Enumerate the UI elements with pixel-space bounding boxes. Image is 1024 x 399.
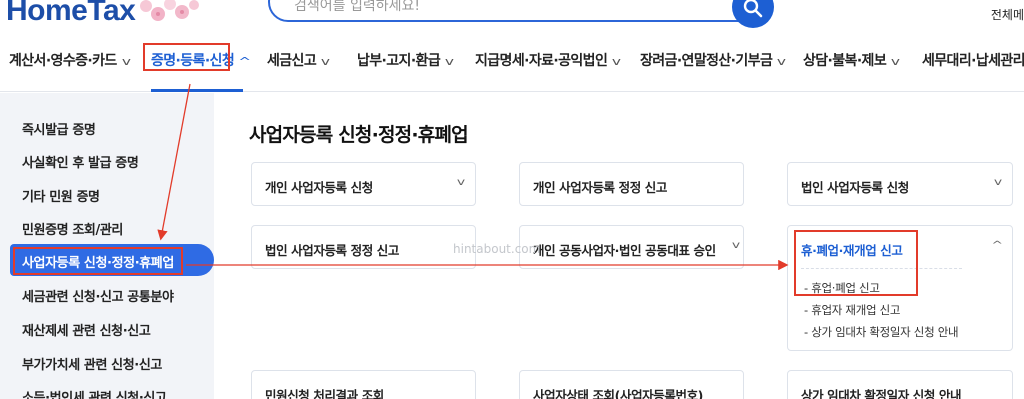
sidebar-item-income-tax[interactable]: 소득·법인세 관련 신청·신고 (22, 387, 167, 399)
nav-item-tax-return[interactable]: 세금신고 v (267, 50, 330, 72)
page-title: 사업자등록 신청·정정·휴폐업 (249, 124, 469, 146)
chevron-down-icon: v (890, 55, 900, 68)
card-joint-business-approval[interactable]: 개인 공동사업자·법인 공동대표 승인 v (519, 225, 744, 269)
watermark: hintabout.com (453, 242, 541, 256)
sidebar-item-vat[interactable]: 부가가치세 관련 신청·신고 (22, 354, 162, 373)
nav-item-invoice[interactable]: 계산서·영수증·카드 v (9, 50, 131, 72)
highlight-nav-certificate (143, 43, 230, 71)
chevron-down-icon: v (121, 55, 131, 68)
chevron-down-icon: v (731, 240, 741, 251)
sidebar-item-fact-check-cert[interactable]: 사실확인 후 발급 증명 (22, 152, 139, 171)
all-menu-link[interactable]: 전체메 (991, 8, 1024, 22)
card-corporate-correction[interactable]: 법인 사업자등록 정정 신고 (251, 225, 476, 269)
logo-flower-icon (140, 0, 199, 21)
top-header: HomeTax 전체메 (0, 0, 1024, 40)
chevron-up-icon: ^ (990, 240, 1003, 251)
chevron-down-icon: v (320, 55, 330, 68)
sub-item-reopening-report[interactable]: - 휴업자 재개업 신고 (804, 302, 900, 318)
card-application-result[interactable]: 민원신청 처리결과 조회 (251, 370, 476, 399)
chevron-down-icon: v (612, 55, 621, 68)
search-icon (743, 0, 763, 18)
sidebar-item-cert-manage[interactable]: 민원증명 조회/관리 (22, 219, 123, 238)
highlight-sidebar-registration (13, 247, 183, 275)
search-button[interactable] (732, 0, 774, 28)
search-input[interactable] (294, 0, 714, 14)
card-corporate-registration[interactable]: 법인 사업자등록 신청 v (787, 162, 1013, 206)
chevron-down-icon: v (777, 55, 786, 68)
nav-item-statement[interactable]: 지급명세·자료·공익법인 v (475, 50, 621, 72)
chevron-up-icon: ^ (238, 55, 251, 68)
card-business-status[interactable]: 사업자상태 조회(사업자등록번호) (519, 370, 744, 399)
nav-item-consultation[interactable]: 상담·불복·제보 v (803, 50, 900, 72)
highlight-closure-card (794, 230, 918, 296)
sidebar-item-other-cert[interactable]: 기타 민원 증명 (22, 186, 100, 205)
chevron-down-icon: v (444, 55, 454, 68)
nav-item-payment[interactable]: 납부·고지·환급 v (357, 50, 454, 72)
sidebar-item-common-application[interactable]: 세금관련 신청·신고 공통분야 (22, 286, 174, 305)
sidebar-item-instant-cert[interactable]: 즉시발급 증명 (22, 119, 96, 138)
sidebar-item-property-tax[interactable]: 재산제세 관련 신청·신고 (22, 320, 151, 339)
card-individual-registration[interactable]: 개인 사업자등록 신청 v (251, 162, 476, 206)
sidebar: 즉시발급 증명 사실확인 후 발급 증명 기타 민원 증명 민원증명 조회/관리… (0, 93, 214, 399)
nav-item-incentive[interactable]: 장려금·연말정산·기부금 v (640, 50, 786, 72)
card-individual-correction[interactable]: 개인 사업자등록 정정 신고 (519, 162, 744, 206)
nav-active-indicator (151, 89, 243, 92)
nav-item-tax-agent[interactable]: 세무대리·납세관리 (922, 50, 1024, 72)
sub-item-lease-date-guide[interactable]: - 상가 임대차 확정일자 신청 안내 (804, 324, 959, 340)
card-lease-date[interactable]: 상가 임대차 확정일자 신청 안내 (787, 370, 1013, 399)
search-box[interactable] (268, 0, 768, 22)
hometax-logo[interactable]: HomeTax (6, 0, 136, 28)
chevron-down-icon: v (993, 177, 1003, 188)
chevron-down-icon: v (456, 177, 466, 188)
